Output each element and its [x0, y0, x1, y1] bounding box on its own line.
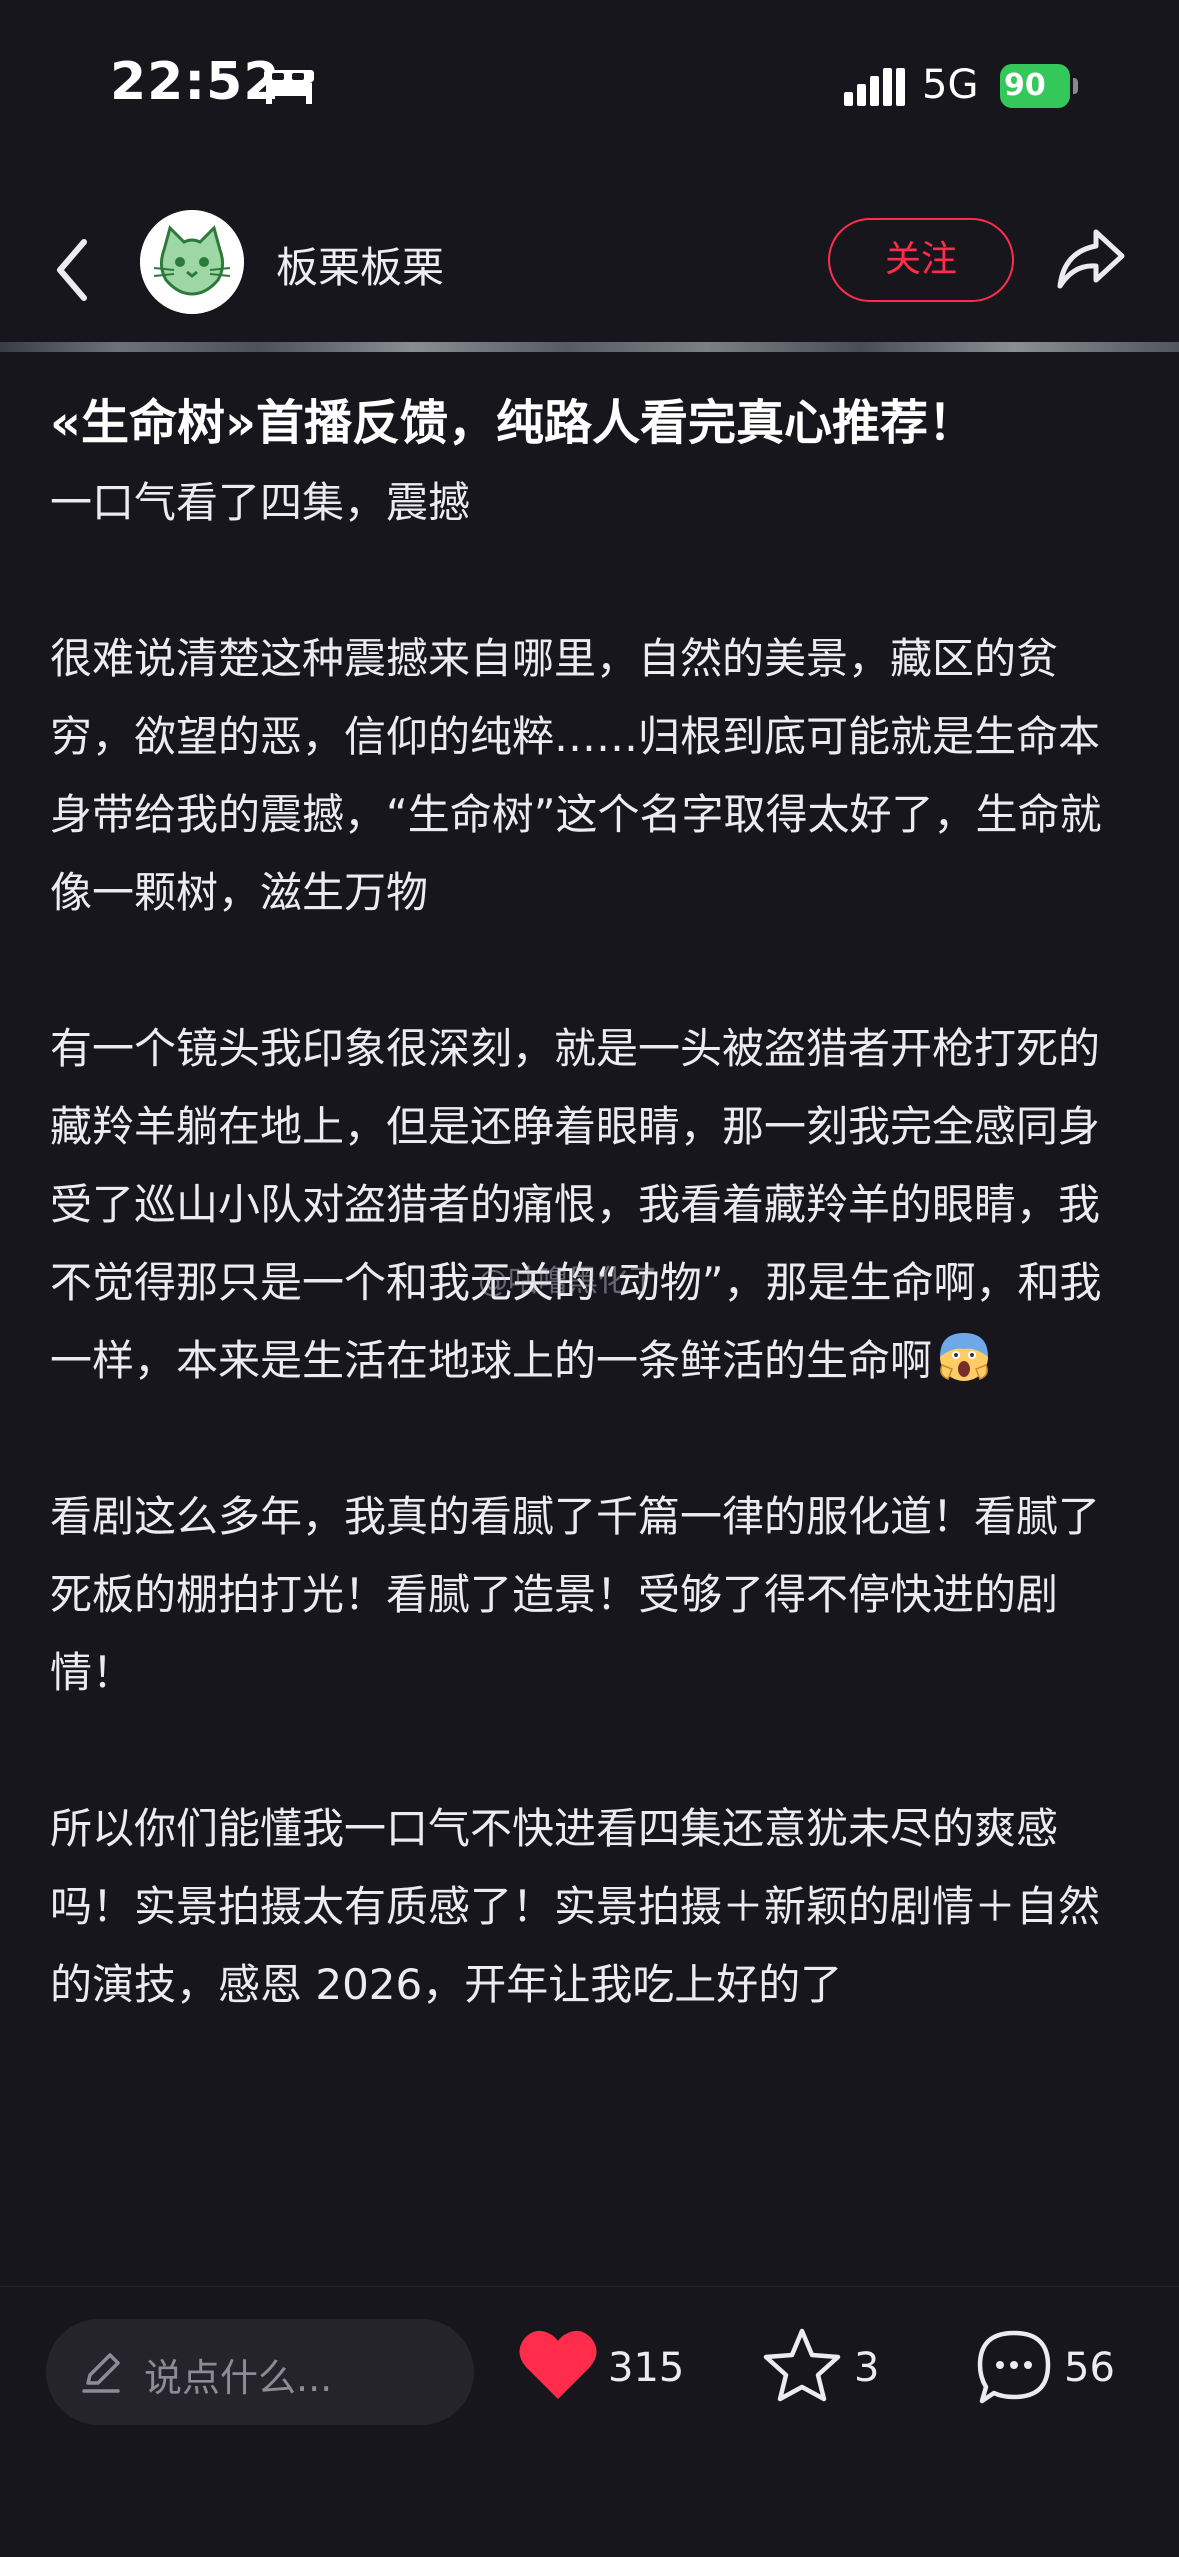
- star-icon: [763, 2328, 841, 2402]
- favorite-count: 3: [854, 2345, 880, 2391]
- cover-image-strip: [0, 342, 1179, 352]
- post-content: «生命树»首播反馈，纯路人看完真心推荐！ 一口气看了四集，震撼 很难说清楚这种震…: [50, 388, 1140, 2024]
- bed-icon: [264, 70, 314, 104]
- watermark: @咕噜黑化了: [478, 1264, 658, 1299]
- post-paragraph: 所以你们能懂我一口气不快进看四集还意犹未尽的爽感吗！实景拍摄太有质感了！实景拍摄…: [50, 1804, 1101, 2009]
- signal-icon: [844, 68, 905, 106]
- battery-level: 90: [1000, 64, 1070, 108]
- share-icon[interactable]: [1056, 226, 1126, 292]
- post-paragraph: 看剧这么多年，我真的看腻了千篇一律的服化道！看腻了死板的棚拍打光！看腻了造景！受…: [50, 1492, 1101, 1697]
- cat-avatar: [140, 210, 244, 314]
- post-header: 板栗板栗 关注: [0, 200, 1179, 340]
- comment-placeholder: 说点什么...: [144, 2356, 333, 2400]
- post-title: «生命树»首播反馈，纯路人看完真心推荐！: [50, 395, 977, 451]
- post-paragraph: 很难说清楚这种震撼来自哪里，自然的美景，藏区的贫穷，欲望的恶，信仰的纯粹……归根…: [50, 634, 1102, 917]
- post-paragraph: 一口气看了四集，震撼: [50, 478, 471, 527]
- like-button[interactable]: 315: [518, 2327, 688, 2417]
- like-count: 315: [608, 2345, 685, 2391]
- screaming-face-emoji: [940, 1333, 989, 1381]
- comments-button[interactable]: 56: [974, 2327, 1134, 2417]
- bottom-action-bar: 说点什么... 315 3 56: [0, 2286, 1179, 2557]
- battery-indicator: 90: [1000, 64, 1080, 108]
- network-type: 5G: [922, 62, 979, 108]
- favorite-button[interactable]: 3: [762, 2327, 882, 2417]
- comment-input[interactable]: 说点什么...: [46, 2319, 474, 2425]
- status-time: 22:52: [110, 52, 281, 112]
- post-paragraph-with-emoji: 有一个镜头我印象很深刻，就是一头被盗猎者开枪打死的藏羚羊躺在地上，但是还睁着眼睛…: [50, 1010, 1140, 1400]
- follow-button[interactable]: 关注: [828, 218, 1014, 302]
- heart-icon: [519, 2330, 597, 2399]
- author-avatar[interactable]: [140, 210, 244, 314]
- pen-icon: [82, 2353, 120, 2393]
- comment-bubble-icon: [977, 2330, 1051, 2404]
- back-icon[interactable]: [52, 236, 92, 304]
- status-bar: 22:52 5G 90: [0, 0, 1179, 180]
- author-name[interactable]: 板栗板栗: [276, 234, 444, 295]
- comment-count: 56: [1064, 2345, 1115, 2391]
- battery-nub: [1073, 78, 1078, 94]
